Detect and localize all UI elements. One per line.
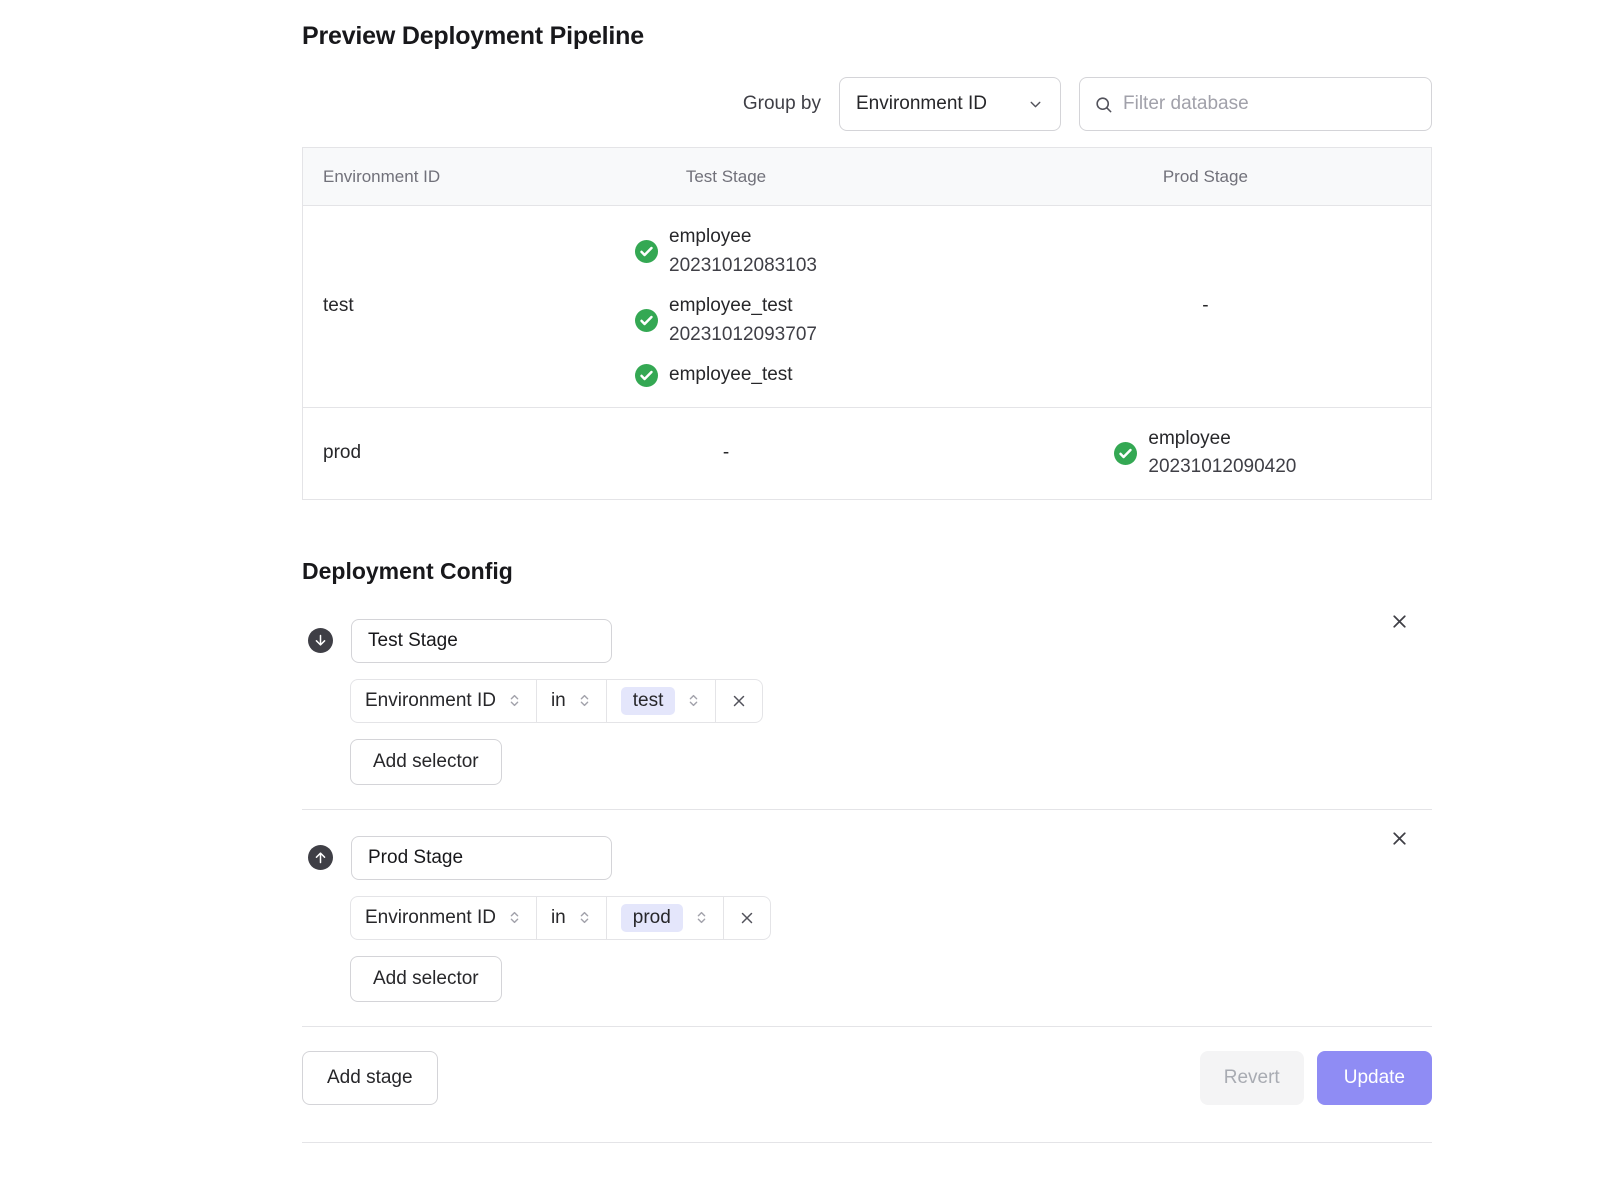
selector-key-value: Environment ID [365, 907, 496, 929]
selector-key-select[interactable]: Environment ID [350, 679, 537, 723]
prod-stage-cell: - [980, 295, 1431, 317]
selector-operator-value: in [551, 907, 566, 929]
selector-operator-select[interactable]: in [536, 679, 607, 723]
test-stage-cell: employee 20231012083103 employee_test 20… [472, 223, 980, 390]
group-by-selected-value: Environment ID [856, 93, 987, 115]
chevron-up-down-icon [577, 910, 592, 925]
stage-block-test: Environment ID in test Add sel [302, 619, 1432, 785]
divider [302, 1026, 1432, 1027]
check-circle-icon [1114, 442, 1137, 465]
footer-actions: Add stage Revert Update [302, 1051, 1432, 1105]
environment-id-cell: test [303, 295, 472, 317]
table-header-row: Environment ID Test Stage Prod Stage [303, 148, 1431, 206]
stage-name-input[interactable] [351, 836, 612, 880]
test-stage-cell: - [472, 442, 980, 464]
chevron-up-down-icon [507, 910, 522, 925]
column-header-prod-stage: Prod Stage [980, 167, 1431, 187]
table-row: prod - employee 20231012090420 [303, 408, 1431, 499]
arrow-up-circle-icon [308, 845, 333, 870]
group-by-select[interactable]: Environment ID [839, 77, 1061, 131]
database-version: 20231012083103 [669, 252, 817, 281]
chevron-up-down-icon [507, 693, 522, 708]
environment-id-cell: prod [303, 442, 472, 464]
search-icon [1094, 95, 1113, 114]
update-button[interactable]: Update [1317, 1051, 1432, 1105]
database-item: employee 20231012083103 [635, 223, 817, 280]
check-circle-icon [635, 240, 658, 263]
stage-header-row [302, 619, 1432, 663]
pipeline-table: Environment ID Test Stage Prod Stage tes… [302, 147, 1432, 500]
selector-row: Environment ID in test [350, 679, 1432, 723]
empty-placeholder: - [723, 442, 729, 464]
check-circle-icon [635, 309, 658, 332]
divider [302, 809, 1432, 810]
filter-database-input[interactable] [1123, 93, 1417, 115]
chevron-up-down-icon [686, 693, 701, 708]
database-version: 20231012093707 [669, 321, 817, 350]
chevron-up-down-icon [694, 910, 709, 925]
arrow-down-circle-icon [308, 628, 333, 653]
column-header-environment-id: Environment ID [303, 167, 472, 187]
column-header-test-stage: Test Stage [472, 167, 980, 187]
selector-operator-value: in [551, 690, 566, 712]
add-stage-button[interactable]: Add stage [302, 1051, 438, 1105]
stage-block-prod: Environment ID in prod Add sel [302, 836, 1432, 1002]
toolbar: Group by Environment ID [302, 77, 1432, 131]
bottom-divider [302, 1142, 1432, 1143]
stage-name-input[interactable] [351, 619, 612, 663]
stage-header-row [302, 836, 1432, 880]
selector-key-value: Environment ID [365, 690, 496, 712]
database-item: employee 20231012090420 [1114, 425, 1296, 482]
selector-key-select[interactable]: Environment ID [350, 896, 537, 940]
selector-value-select[interactable]: test [606, 679, 717, 723]
selector-value-select[interactable]: prod [606, 896, 724, 940]
database-name: employee_test [669, 361, 793, 390]
group-by-label: Group by [743, 93, 821, 115]
remove-stage-icon[interactable] [1389, 611, 1410, 632]
main-panel: Preview Deployment Pipeline Group by Env… [302, 0, 1432, 1143]
add-selector-button[interactable]: Add selector [350, 956, 502, 1002]
database-name: employee [669, 223, 817, 252]
page-title: Preview Deployment Pipeline [302, 22, 1432, 51]
database-item: employee_test [635, 361, 793, 390]
selector-value-chip: test [621, 687, 676, 715]
revert-button[interactable]: Revert [1200, 1051, 1304, 1105]
database-name: employee [1148, 425, 1296, 454]
database-item: employee_test 20231012093707 [635, 292, 817, 349]
remove-selector-icon[interactable] [723, 896, 771, 940]
selector-row: Environment ID in prod [350, 896, 1432, 940]
add-selector-button[interactable]: Add selector [350, 739, 502, 785]
deployment-config-title: Deployment Config [302, 558, 1432, 585]
empty-placeholder: - [1202, 295, 1208, 317]
remove-stage-icon[interactable] [1389, 828, 1410, 849]
chevron-down-icon [1027, 96, 1044, 113]
chevron-up-down-icon [577, 693, 592, 708]
selector-operator-select[interactable]: in [536, 896, 607, 940]
prod-stage-cell: employee 20231012090420 [980, 425, 1431, 482]
database-name: employee_test [669, 292, 817, 321]
remove-selector-icon[interactable] [715, 679, 763, 723]
selector-value-chip: prod [621, 904, 683, 932]
filter-database-box [1079, 77, 1432, 131]
database-version: 20231012090420 [1148, 453, 1296, 482]
check-circle-icon [635, 364, 658, 387]
table-row: test employee 20231012083103 [303, 206, 1431, 408]
